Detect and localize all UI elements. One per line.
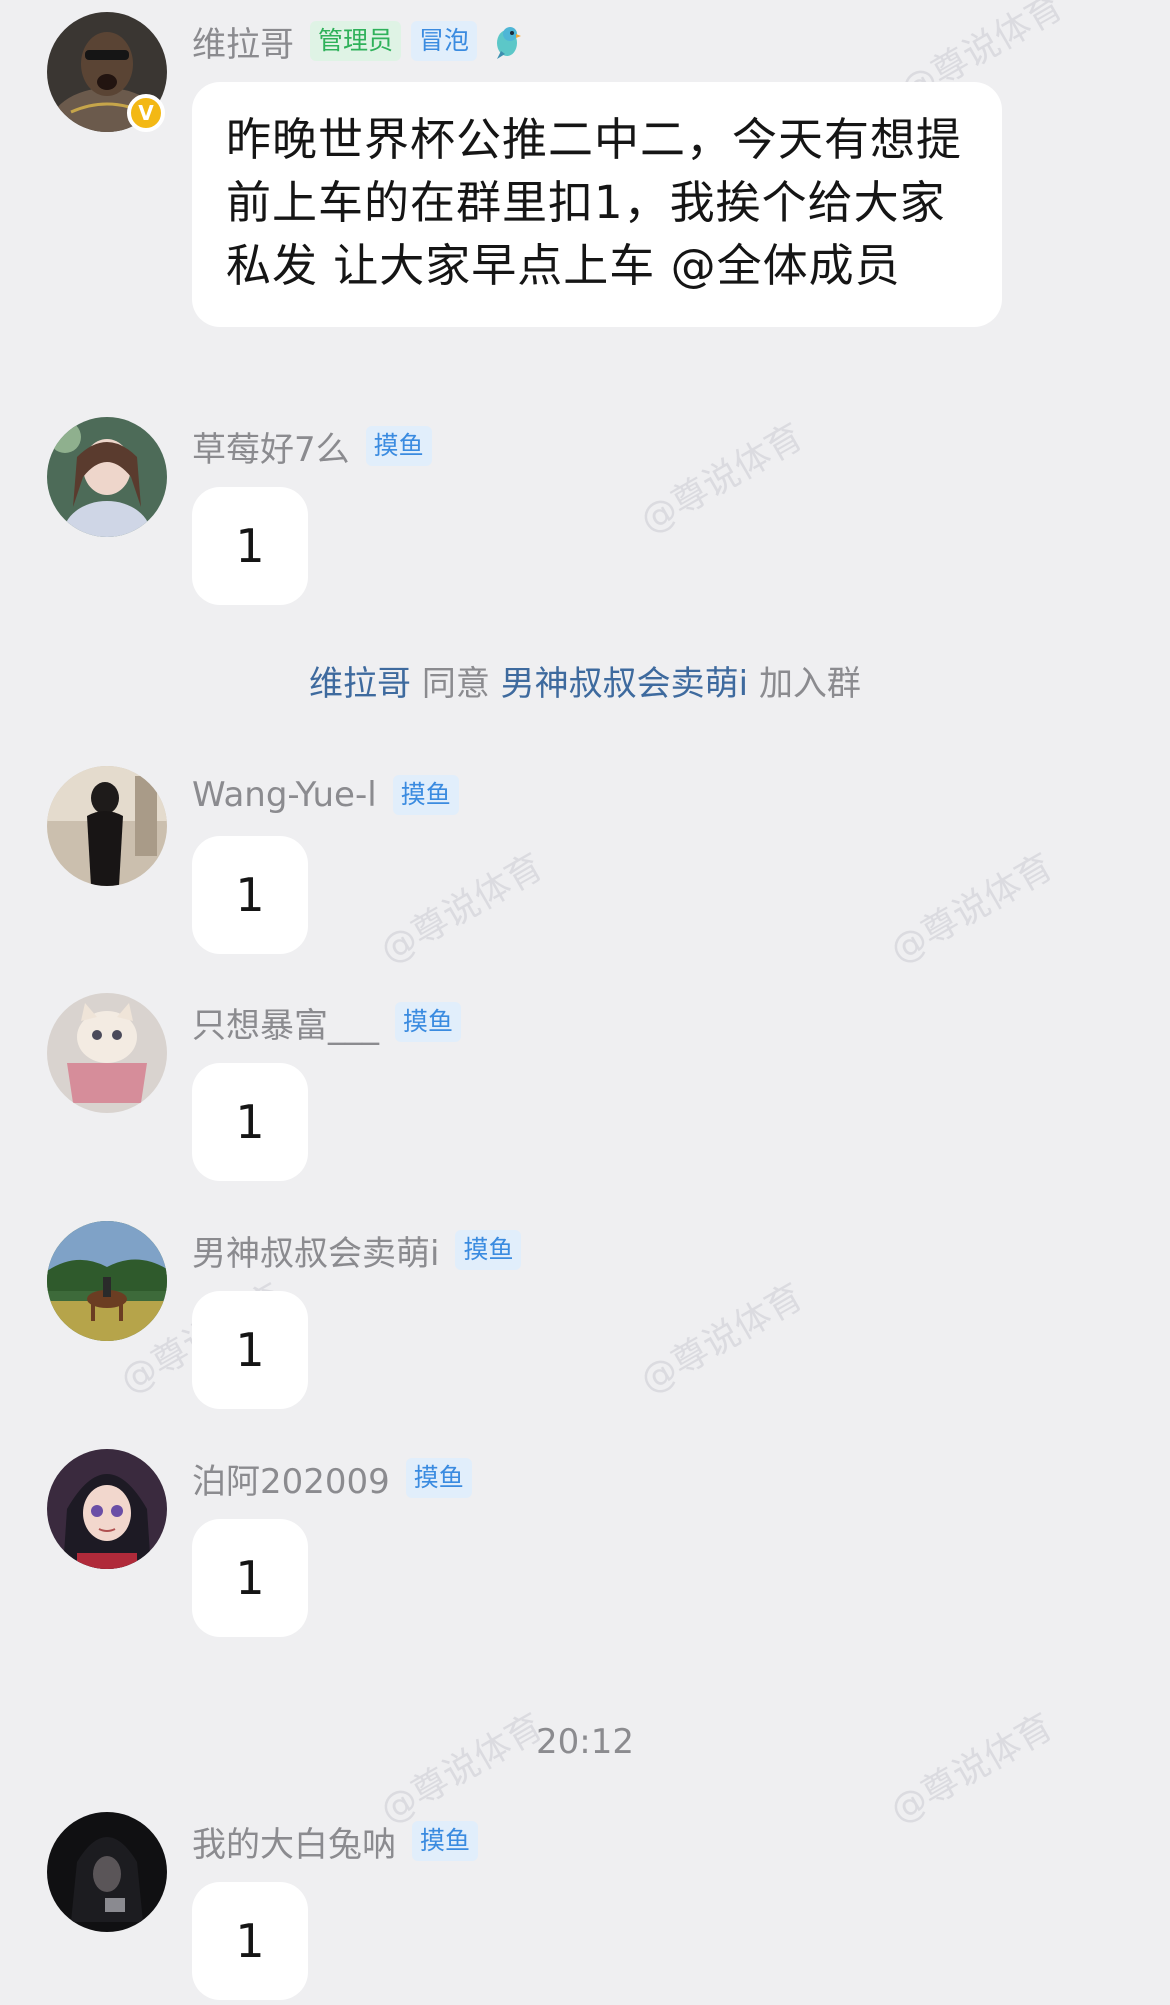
level-tag: 冒泡: [411, 21, 478, 61]
sender-name[interactable]: 只想暴富___: [192, 998, 379, 1047]
message-bubble[interactable]: 1: [192, 1519, 308, 1637]
system-action: 加入群: [758, 664, 861, 704]
time-divider: 20:12: [536, 1722, 634, 1762]
avatar[interactable]: [47, 993, 167, 1113]
member-tag: 摸鱼: [412, 1821, 479, 1861]
avatar[interactable]: [47, 1449, 167, 1569]
sender-row: 男神叔叔会卖萌i 摸鱼: [192, 1225, 522, 1275]
sender-name[interactable]: 男神叔叔会卖萌i: [192, 1226, 439, 1275]
sender-name[interactable]: 维拉哥: [192, 17, 294, 66]
message-bubble[interactable]: 1: [192, 487, 308, 605]
sender-row: 泊阿202009 摸鱼: [192, 1453, 472, 1503]
sender-name[interactable]: 我的大白兔呐: [192, 1817, 396, 1866]
sender-row: 我的大白兔呐 摸鱼: [192, 1816, 479, 1866]
member-tag: 摸鱼: [365, 426, 432, 466]
message-bubble[interactable]: 1: [192, 1882, 308, 2000]
watermark: @尊说体育: [883, 846, 1060, 972]
message-bubble[interactable]: 1: [192, 1291, 308, 1409]
sender-name[interactable]: 泊阿202009: [192, 1454, 390, 1503]
parrot-icon: [497, 27, 522, 59]
member-tag: 摸鱼: [405, 1458, 472, 1498]
watermark: @尊说体育: [373, 846, 550, 972]
sender-row: 草莓好7么 摸鱼: [192, 421, 432, 471]
message-bubble[interactable]: 1: [192, 1063, 308, 1181]
verified-badge-icon: V: [127, 94, 165, 132]
watermark: @尊说体育: [633, 1276, 810, 1402]
sender-name[interactable]: 草莓好7么: [192, 422, 350, 471]
sender-row: 只想暴富___ 摸鱼: [192, 997, 462, 1047]
system-target-link[interactable]: 男神叔叔会卖萌i: [501, 664, 748, 704]
avatar[interactable]: [47, 417, 167, 537]
watermark: @尊说体育: [633, 416, 810, 542]
avatar[interactable]: [47, 766, 167, 886]
message-bubble[interactable]: 1: [192, 836, 308, 954]
sender-row: Wang-Yue-l 摸鱼: [192, 770, 459, 820]
system-actor-link[interactable]: 维拉哥: [309, 664, 411, 704]
watermark: @尊说体育: [883, 1706, 1060, 1832]
avatar[interactable]: [47, 1221, 167, 1341]
watermark: @尊说体育: [373, 1706, 550, 1832]
system-verb: 同意: [421, 664, 490, 704]
sender-row: 维拉哥 管理员 冒泡: [192, 16, 527, 66]
member-tag: 摸鱼: [392, 775, 459, 815]
member-tag: 摸鱼: [395, 1002, 462, 1042]
member-tag: 摸鱼: [455, 1230, 522, 1270]
sender-name[interactable]: Wang-Yue-l: [192, 775, 377, 815]
avatar[interactable]: [47, 1812, 167, 1932]
message-bubble[interactable]: 昨晚世界杯公推二中二，今天有想提前上车的在群里扣1，我挨个给大家私发 让大家早点…: [192, 82, 1002, 327]
system-notice: 维拉哥 同意 男神叔叔会卖萌i 加入群: [0, 656, 1170, 705]
admin-tag: 管理员: [310, 21, 402, 61]
